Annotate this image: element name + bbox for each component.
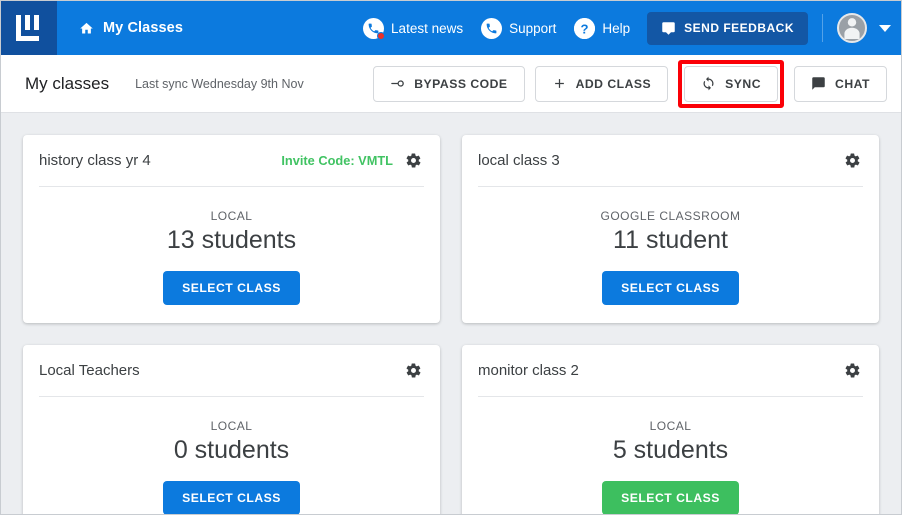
class-source-label: LOCAL <box>210 209 253 223</box>
last-sync-text: Last sync Wednesday 9th Nov <box>135 76 304 91</box>
class-source-label: GOOGLE CLASSROOM <box>600 209 741 223</box>
app-window: My Classes Latest news Support ? Help SE… <box>0 0 902 515</box>
student-count: 13 students <box>166 226 297 254</box>
phone-news-icon <box>363 17 386 40</box>
key-icon <box>391 80 405 87</box>
class-card-header: Local Teachers <box>39 345 424 397</box>
sync-icon <box>703 76 714 91</box>
class-card-body: LOCAL 0 students SELECT CLASS <box>39 397 424 514</box>
student-count: 0 students <box>173 436 290 464</box>
app-logo-icon <box>15 15 39 41</box>
header-divider <box>822 14 823 42</box>
sync-button[interactable]: SYNC <box>684 65 779 102</box>
header-actions: Latest news Support ? Help SEND FEEDBACK <box>354 11 901 45</box>
svg-text:?: ? <box>581 21 589 36</box>
student-count: 11 student <box>613 226 728 254</box>
add-class-label: ADD CLASS <box>575 76 652 91</box>
class-card[interactable]: local class 3 GOOGLE CLASSROOM 11 studen… <box>462 135 879 323</box>
select-class-button[interactable]: SELECT CLASS <box>602 481 739 514</box>
class-card-header: history class yr 4 Invite Code: VMTL <box>39 135 424 187</box>
user-avatar[interactable] <box>837 13 867 43</box>
classes-grid: history class yr 4 Invite Code: VMTL LOC… <box>23 135 879 514</box>
bypass-code-button[interactable]: BYPASS CODE <box>373 65 525 102</box>
class-card[interactable]: monitor class 2 LOCAL 5 students SELECT … <box>462 345 879 514</box>
add-class-button[interactable]: ADD CLASS <box>534 65 669 102</box>
invite-code-label: Invite Code: VMTL <box>281 153 393 168</box>
toolbar-buttons: BYPASS CODE ADD CLASS SYNC CHAT <box>373 59 887 108</box>
help-button[interactable]: ? Help <box>565 12 639 45</box>
class-card-body: LOCAL 13 students SELECT CLASS <box>39 187 424 305</box>
news-badge-dot <box>377 31 386 40</box>
avatar-person-icon <box>844 18 860 39</box>
chevron-down-icon[interactable] <box>879 24 891 32</box>
support-label: Support <box>509 20 557 36</box>
class-source-label: LOCAL <box>210 419 253 433</box>
gear-icon[interactable] <box>842 150 863 171</box>
class-card-body: GOOGLE CLASSROOM 11 student SELECT CLASS <box>478 187 863 305</box>
top-header-bar: My Classes Latest news Support ? Help SE… <box>1 1 901 55</box>
class-card-header: monitor class 2 <box>478 345 863 397</box>
class-card-title: local class 3 <box>478 152 560 169</box>
select-class-button[interactable]: SELECT CLASS <box>163 481 300 514</box>
chat-label: CHAT <box>835 76 870 91</box>
latest-news-button[interactable]: Latest news <box>354 12 472 45</box>
send-feedback-label: SEND FEEDBACK <box>684 21 794 35</box>
support-button[interactable]: Support <box>472 12 565 45</box>
class-card-title: history class yr 4 <box>39 152 151 169</box>
send-feedback-button[interactable]: SEND FEEDBACK <box>647 11 808 45</box>
gear-icon[interactable] <box>842 360 863 381</box>
sync-button-highlight: SYNC <box>678 59 785 108</box>
select-class-button[interactable]: SELECT CLASS <box>602 271 739 305</box>
class-card-header: local class 3 <box>478 135 863 187</box>
sub-toolbar: My classes Last sync Wednesday 9th Nov B… <box>1 55 901 113</box>
student-count: 5 students <box>612 436 729 464</box>
class-card[interactable]: history class yr 4 Invite Code: VMTL LOC… <box>23 135 440 323</box>
select-class-button[interactable]: SELECT CLASS <box>163 271 300 305</box>
phone-support-icon <box>481 17 503 39</box>
plus-icon <box>554 79 564 88</box>
help-label: Help <box>602 20 631 36</box>
chat-button[interactable]: CHAT <box>794 65 887 102</box>
bypass-code-label: BYPASS CODE <box>414 76 508 91</box>
chat-bubble-icon <box>662 21 675 35</box>
app-logo[interactable] <box>1 1 57 55</box>
page-title: My classes <box>25 73 110 93</box>
class-card-title: Local Teachers <box>39 362 140 379</box>
home-breadcrumb-label: My Classes <box>103 20 183 36</box>
chat-icon <box>812 77 825 90</box>
home-breadcrumb-my-classes[interactable]: My Classes <box>79 20 183 36</box>
class-card-title: monitor class 2 <box>478 362 579 379</box>
latest-news-label: Latest news <box>391 20 464 36</box>
gear-icon[interactable] <box>403 150 424 171</box>
class-card[interactable]: Local Teachers LOCAL 0 students SELECT C… <box>23 345 440 514</box>
help-question-icon: ? <box>574 17 596 39</box>
class-card-body: LOCAL 5 students SELECT CLASS <box>478 397 863 514</box>
home-icon <box>80 22 93 33</box>
sync-label: SYNC <box>725 76 762 91</box>
class-source-label: LOCAL <box>649 419 692 433</box>
gear-icon[interactable] <box>403 360 424 381</box>
classes-content-area: history class yr 4 Invite Code: VMTL LOC… <box>1 113 901 514</box>
